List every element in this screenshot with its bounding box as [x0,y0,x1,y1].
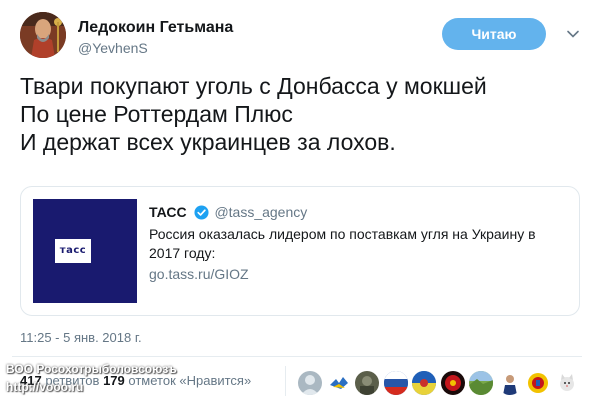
card-description: Россия оказалась лидером по поставкам уг… [149,226,536,261]
quoted-tweet-card[interactable]: тасс ТАСС @tass_agency Россия оказалась … [20,186,580,316]
watermark: ВОО Росохотрыболовсоюзъ http://vooo.ru [6,362,177,394]
cat-avatar-icon[interactable] [555,371,579,395]
watermark-line: http://vooo.ru [6,380,84,394]
flag-avatar-icon[interactable] [384,371,408,395]
emblem-avatar-icon[interactable] [526,371,550,395]
stats-separator [285,366,286,396]
tass-logo: тасс [55,239,91,263]
bird-avatar-icon[interactable] [327,371,351,395]
author-avatar[interactable] [20,12,66,58]
card-link[interactable]: go.tass.ru/GIOZ [149,265,569,284]
soldier-avatar-icon[interactable] [355,371,379,395]
tass-thumbnail: тасс [33,199,137,303]
card-author-handle[interactable]: @tass_agency [214,204,307,220]
person-avatar-icon[interactable] [498,371,522,395]
gray-avatar-icon[interactable] [298,371,322,395]
tweet-timestamp[interactable]: 11:25 - 5 янв. 2018 г. [20,330,142,345]
card-author-name[interactable]: ТАСС [149,204,187,220]
tweet-line: Твари покупают уголь с Донбасса у мокшей [20,73,487,99]
author-handle[interactable]: @YevhenS [78,39,233,57]
flag-avatar-icon[interactable] [412,371,436,395]
landscape-avatar-icon[interactable] [469,371,493,395]
watermark-line: ВОО Росохотрыболовсоюзъ [6,362,177,376]
tweet-header: Ледокоин Гетьмана @YevhenS Читаю [20,12,580,60]
author-display-name[interactable]: Ледокоин Гетьмана [78,18,233,38]
tweet-line: По цене Роттердам Плюс [20,101,293,127]
divider [12,356,582,357]
tweet-text: Твари покупают уголь с Донбасса у мокшей… [20,72,585,156]
follow-button[interactable]: Читаю [442,18,546,50]
red-avatar-icon[interactable] [441,371,465,395]
chevron-down-icon[interactable] [565,26,581,42]
avatar-portrait-icon [20,12,66,58]
verified-badge-icon [194,205,209,220]
tweet-line: И держат всех украинцев за лохов. [20,129,396,155]
